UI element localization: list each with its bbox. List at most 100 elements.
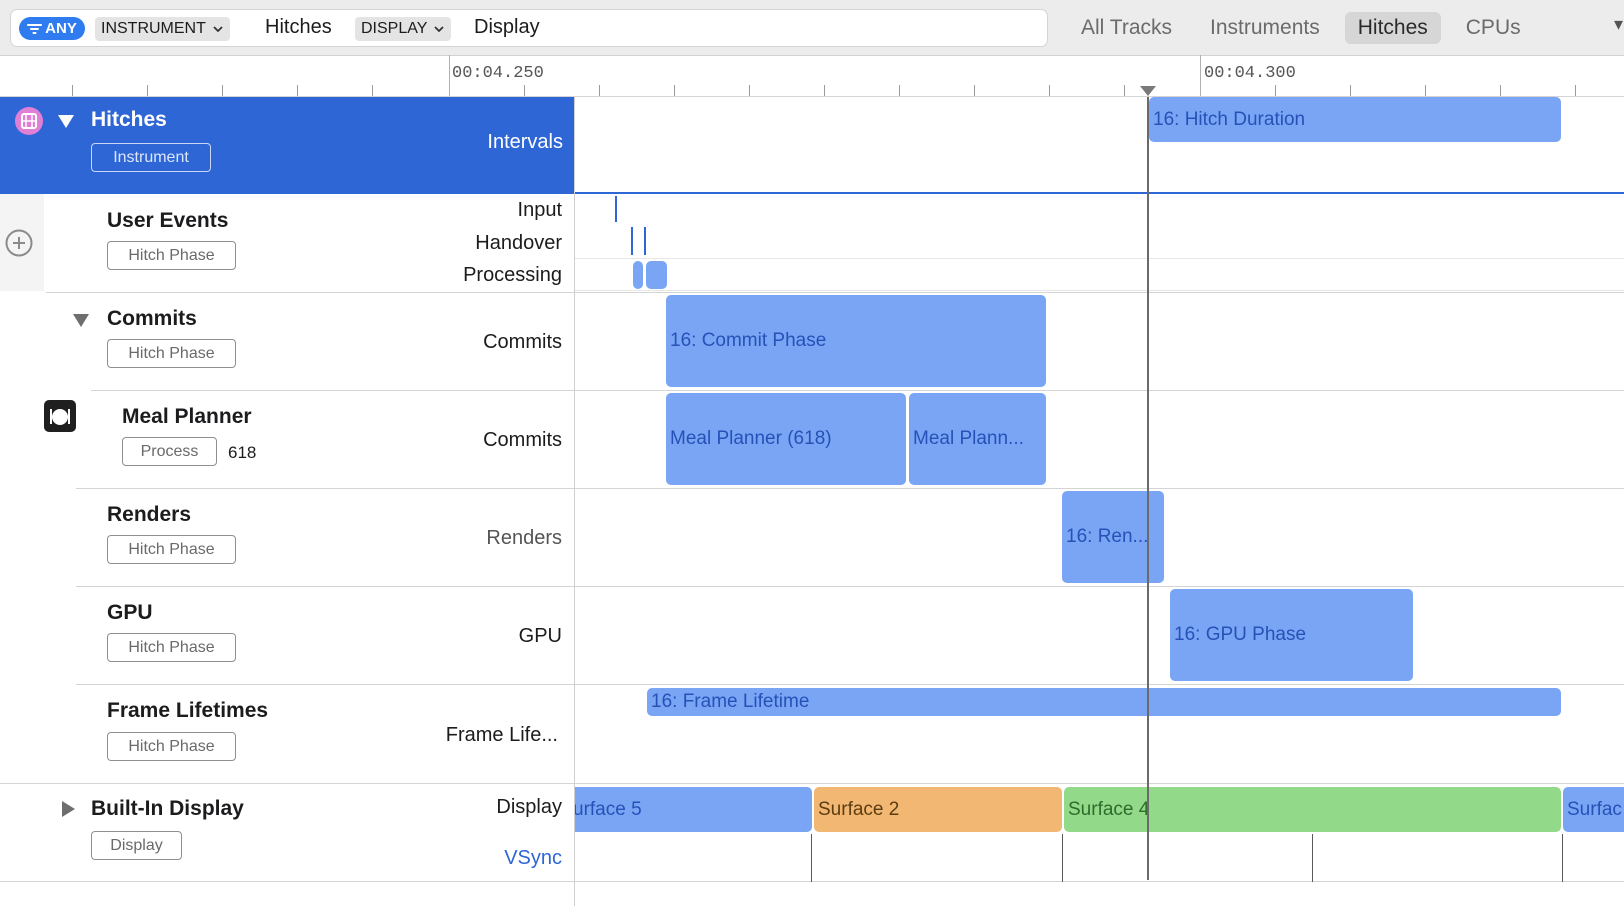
input-event-marker[interactable]	[615, 196, 617, 222]
instrument-badge: Instrument	[91, 143, 211, 172]
ruler-tick	[674, 85, 675, 96]
hitch-phase-badge: Hitch Phase	[107, 339, 236, 368]
display-lane-label: Display	[496, 796, 562, 818]
vsync-marker	[1562, 834, 1563, 882]
lane-divider	[575, 258, 1624, 259]
ruler-tick	[1500, 85, 1501, 96]
tab-cpus[interactable]: CPUs	[1453, 12, 1534, 44]
processing-event-interval[interactable]	[646, 261, 667, 289]
ruler-tick	[72, 85, 73, 96]
tab-all-tracks[interactable]: All Tracks	[1068, 12, 1185, 44]
instrument-token[interactable]: INSTRUMENT	[95, 17, 230, 41]
handover-event-marker[interactable]	[644, 227, 646, 255]
time-ruler[interactable]: 00:04.250 00:04.300	[0, 55, 1624, 97]
commit-phase-interval[interactable]: 16: Commit Phase	[666, 295, 1046, 387]
triangle-down-icon[interactable]	[71, 310, 91, 330]
ruler-tick	[1049, 85, 1050, 96]
frame-lifetimes-lane-label: Frame Life...	[445, 724, 558, 746]
vsync-lane-label: VSync	[504, 847, 562, 869]
hitch-phase-badge: Hitch Phase	[107, 732, 236, 761]
ruler-tick	[1425, 85, 1426, 96]
any-filter-pill[interactable]: ANY	[19, 17, 85, 40]
hitch-phase-badge: Hitch Phase	[107, 241, 236, 270]
lane-divider	[575, 290, 1624, 291]
user-events-title: User Events	[107, 209, 229, 232]
hitches-track-header[interactable]: Hitches Instrument Intervals	[0, 97, 575, 194]
ruler-tick	[1275, 85, 1276, 96]
display-token[interactable]: DISPLAY	[355, 17, 452, 41]
surface-interval[interactable]: Surface 2	[814, 787, 1062, 832]
vsync-marker	[1062, 834, 1063, 882]
process-id: 618	[228, 443, 257, 462]
renders-title: Renders	[107, 503, 192, 526]
filter-toolbar: ANY INSTRUMENT Hitches DISPLAY Display A…	[0, 0, 1624, 56]
chevron-down-icon	[213, 26, 223, 33]
display-badge: Display	[91, 831, 182, 860]
display-token-label: DISPLAY	[361, 20, 428, 37]
surface-interval[interactable]: Surfac	[1563, 787, 1624, 832]
triangle-down-icon[interactable]	[56, 111, 76, 131]
meal-planner-commit-interval[interactable]: Meal Planner (618)	[666, 393, 906, 485]
ruler-major-tick	[449, 55, 450, 96]
filter-field[interactable]: ANY INSTRUMENT Hitches DISPLAY Display	[10, 9, 1048, 47]
ruler-tick	[899, 85, 900, 96]
render-phase-interval[interactable]: 16: Ren...	[1062, 491, 1164, 583]
tab-hitches[interactable]: Hitches	[1344, 12, 1441, 44]
frame-lifetime-interval[interactable]: 16: Frame Lifetime	[647, 688, 1561, 716]
ruler-tick	[599, 85, 600, 96]
ruler-tick	[1350, 85, 1351, 96]
meal-planner-commits-lane-label: Commits	[483, 429, 562, 451]
playhead-handle[interactable]	[1140, 86, 1156, 96]
input-lane-label: Input	[517, 199, 562, 221]
built-in-display-title: Built-In Display	[91, 797, 244, 820]
ruler-tick	[824, 85, 825, 96]
ruler-tick	[974, 85, 975, 96]
ruler-tick	[1124, 85, 1125, 96]
timeline-area[interactable]: 16: Hitch Duration 16: Commit Phase Meal…	[575, 97, 1624, 906]
overflow-tabs-icon[interactable]: ▾	[1614, 14, 1623, 35]
chevron-down-icon	[434, 26, 445, 33]
frame-lifetimes-title: Frame Lifetimes	[107, 699, 269, 722]
hitch-phase-badge: Hitch Phase	[107, 535, 236, 564]
processing-event-interval[interactable]	[633, 261, 643, 289]
handover-lane-label: Handover	[475, 232, 562, 254]
selected-track-underline	[575, 192, 1624, 194]
hitch-phase-badge: Hitch Phase	[107, 633, 236, 662]
hitches-instrument-icon	[15, 107, 43, 135]
ruler-tick	[222, 85, 223, 96]
ruler-time-label: 00:04.250	[452, 64, 544, 83]
handover-event-marker[interactable]	[631, 227, 633, 255]
any-filter-label: ANY	[45, 20, 77, 37]
surface-interval[interactable]: Surface 4	[1064, 787, 1561, 832]
ruler-tick	[372, 85, 373, 96]
playhead-line[interactable]	[1147, 97, 1149, 880]
surface-interval[interactable]: urface 5	[575, 787, 812, 832]
process-badge: Process	[122, 437, 217, 466]
instrument-value[interactable]: Hitches	[265, 16, 332, 39]
hitch-duration-interval[interactable]: 16: Hitch Duration	[1149, 97, 1561, 142]
ruler-time-label: 00:04.300	[1204, 64, 1296, 83]
renders-lane-label: Renders	[486, 527, 562, 549]
tab-instruments[interactable]: Instruments	[1197, 12, 1333, 44]
meal-planner-title: Meal Planner	[122, 405, 252, 428]
filter-icon	[27, 23, 43, 34]
ruler-tick	[297, 85, 298, 96]
ruler-tick	[1575, 85, 1576, 96]
display-value[interactable]: Display	[474, 16, 540, 39]
commits-lane-label: Commits	[483, 331, 562, 353]
ruler-tick	[749, 85, 750, 96]
gpu-title: GPU	[107, 601, 153, 624]
instrument-token-label: INSTRUMENT	[101, 20, 206, 37]
meal-planner-app-icon	[44, 400, 76, 432]
add-track-icon[interactable]	[4, 228, 34, 258]
vsync-marker	[1312, 834, 1313, 882]
ruler-major-tick	[1200, 55, 1201, 96]
track-scope-tabs: All Tracks Instruments Hitches CPUs	[1068, 10, 1546, 46]
processing-lane-label: Processing	[463, 264, 562, 286]
gpu-phase-interval[interactable]: 16: GPU Phase	[1170, 589, 1413, 681]
ruler-tick	[147, 85, 148, 96]
triangle-right-icon[interactable]	[58, 799, 78, 819]
hitches-track-title: Hitches	[91, 108, 167, 131]
meal-planner-commit-interval[interactable]: Meal Plann...	[909, 393, 1046, 485]
ruler-tick	[524, 85, 525, 96]
